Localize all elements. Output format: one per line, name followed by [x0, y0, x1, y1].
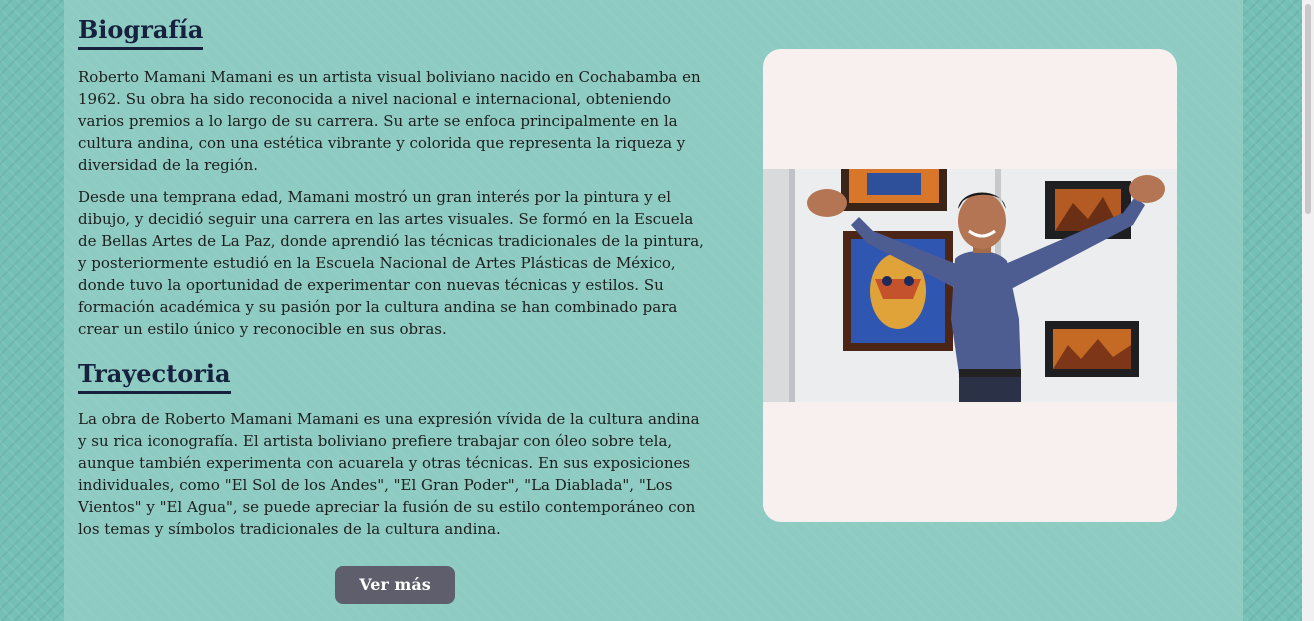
ver-mas-button[interactable]: Ver más — [335, 566, 455, 604]
person-head — [958, 193, 1006, 249]
person-jeans — [959, 377, 1021, 402]
person-hand-left — [807, 189, 847, 217]
trayectoria-heading: Trayectoria — [78, 358, 231, 394]
photo-wall-edge — [763, 169, 793, 402]
artist-photo-card — [763, 49, 1177, 522]
person-hand-right — [1129, 175, 1165, 203]
trayectoria-paragraph-1: La obra de Roberto Mamani Mamani es una … — [78, 410, 700, 538]
scrollbar-thumb[interactable] — [1305, 4, 1311, 214]
painting-face-pattern — [875, 279, 921, 299]
person-belt — [959, 369, 1021, 377]
artist-photo — [763, 169, 1177, 402]
painting-face-eye-left — [882, 276, 892, 286]
painting-top-detail — [867, 173, 921, 195]
text-column: Biografía Roberto Mamani Mamani es un ar… — [78, 14, 710, 540]
biografia-paragraph-1: Roberto Mamani Mamani es un artista visu… — [78, 68, 701, 174]
biografia-heading: Biografía — [78, 14, 204, 50]
painting-face-eye-right — [904, 276, 914, 286]
vertical-scrollbar[interactable] — [1302, 0, 1314, 621]
biografia-paragraph-2: Desde una temprana edad, Mamani mostró u… — [78, 188, 704, 338]
display-pole-left — [789, 169, 795, 402]
